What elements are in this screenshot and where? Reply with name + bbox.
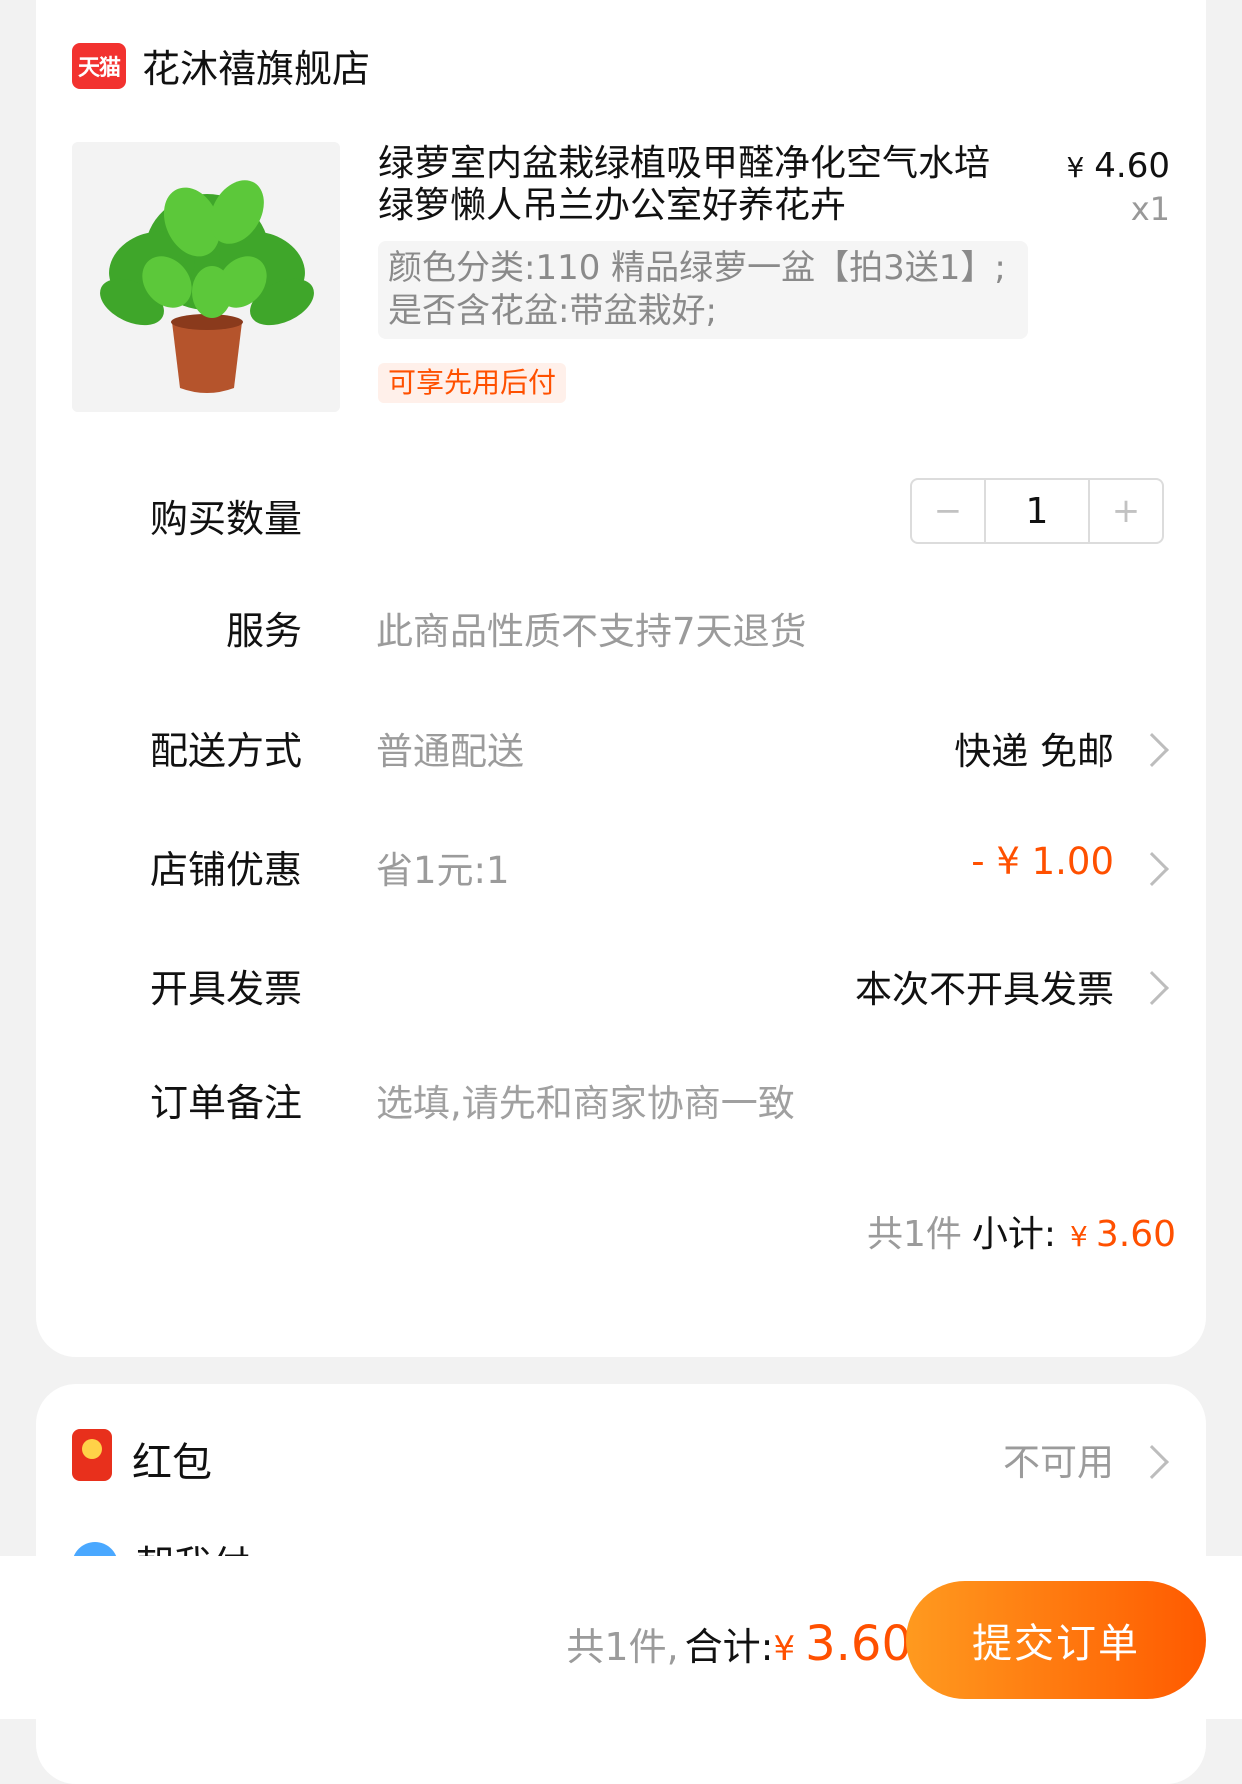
delivery-option[interactable]: 快递 免邮 (954, 721, 1114, 775)
currency-symbol: ¥ (1066, 151, 1085, 184)
total-amount: ¥3.60 (773, 1616, 912, 1672)
product-sku[interactable]: 颜色分类:110 精品绿萝一盆【拍3送1】;是否含花盆:带盆栽好; (378, 241, 1028, 339)
delivery-method[interactable]: 普通配送 (376, 721, 524, 775)
invoice-label: 开具发票 (149, 967, 302, 1011)
order-note-input[interactable]: 选填,请先和商家协商一致 (376, 1073, 795, 1127)
product-quantity: x1 (1130, 190, 1170, 228)
order-total: 共1件, 合计:¥ 3.60 (566, 1616, 912, 1672)
potted-plant-icon (72, 142, 340, 412)
currency-symbol: ¥ (773, 1629, 796, 1669)
subtotal-label: 小计: (971, 1214, 1057, 1255)
total-count: 共1件, (566, 1625, 679, 1669)
red-packet-status[interactable]: 不可用 (1003, 1432, 1114, 1486)
checkout-bar: 共1件, 合计:¥ 3.60 提交订单 (0, 1556, 1242, 1719)
submit-order-button[interactable]: 提交订单 (906, 1581, 1206, 1699)
currency-symbol: ¥ (1070, 1220, 1088, 1253)
shop-name[interactable]: 花沐禧旗舰店 (142, 38, 370, 93)
product-title[interactable]: 绿萝室内盆栽绿植吸甲醛净化空气水培绿箩懒人吊兰办公室好养花卉 (378, 143, 1018, 227)
product-image[interactable] (72, 142, 340, 412)
chevron-right-icon[interactable] (1135, 852, 1169, 886)
increment-button[interactable]: + (1090, 480, 1162, 542)
decrement-button[interactable]: − (912, 480, 984, 542)
quantity-stepper[interactable]: − 1 + (910, 478, 1164, 544)
invoice-option[interactable]: 本次不开具发票 (855, 959, 1114, 1013)
chevron-right-icon[interactable] (1135, 733, 1169, 767)
subtotal-amount: ¥3.60 (1070, 1214, 1176, 1255)
pay-later-badge: 可享先用后付 (378, 363, 567, 403)
service-value: 此商品性质不支持7天退货 (376, 610, 807, 653)
quantity-input[interactable]: 1 (984, 480, 1090, 542)
shop-header[interactable]: 天猫 花沐禧旗舰店 (72, 38, 370, 93)
red-packet-icon (72, 1429, 112, 1481)
delivery-label: 配送方式 (149, 729, 302, 773)
service-label: 服务 (225, 609, 302, 653)
product-price: ¥4.60 (1066, 146, 1170, 186)
discount-value[interactable]: 省1元:1 (376, 840, 510, 894)
total-label: 合计: (684, 1625, 774, 1669)
subtotal-count: 共1件 (866, 1214, 962, 1255)
chevron-right-icon[interactable] (1135, 1445, 1169, 1479)
note-label: 订单备注 (149, 1081, 302, 1125)
discount-amount[interactable]: - ¥ 1.00 (971, 840, 1114, 883)
discount-label: 店铺优惠 (149, 848, 302, 892)
price-value: 4.60 (1094, 146, 1170, 186)
tmall-logo-icon: 天猫 (72, 42, 126, 89)
chevron-right-icon[interactable] (1135, 971, 1169, 1005)
total-value: 3.60 (805, 1616, 912, 1672)
red-packet-label[interactable]: 红包 (132, 1430, 212, 1488)
order-card: 天猫 花沐禧旗舰店 绿萝室内盆栽绿植吸甲醛净化空气水培绿箩懒人吊兰办公室好养花卉… (36, 0, 1206, 1357)
subtotal: 共1件 小计: ¥3.60 (867, 1205, 1176, 1257)
subtotal-value: 3.60 (1095, 1214, 1176, 1255)
quantity-label: 购买数量 (149, 497, 302, 541)
